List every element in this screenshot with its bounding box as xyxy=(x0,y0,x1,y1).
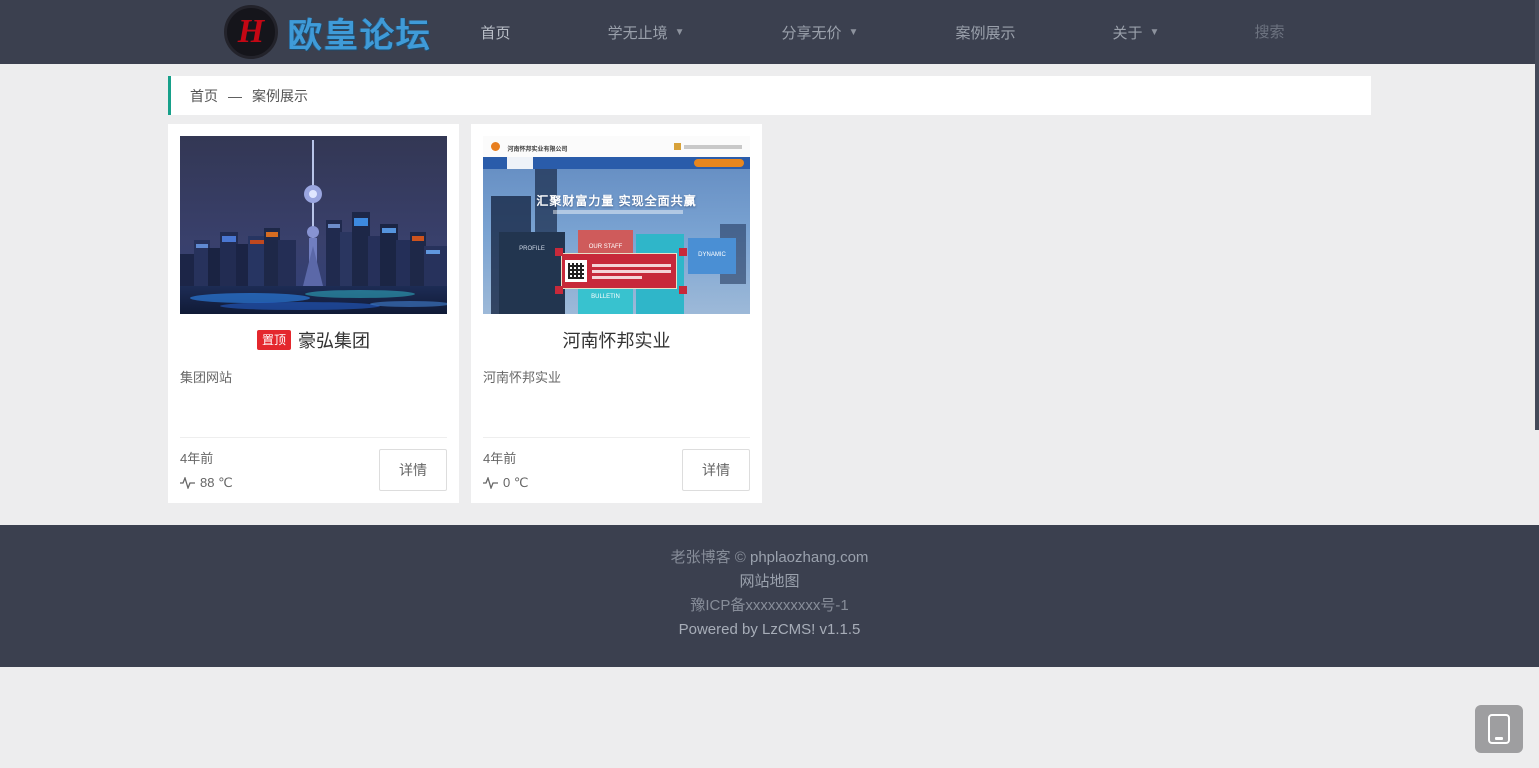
nav-item-cases[interactable]: 案例展示 xyxy=(953,16,1017,49)
footer-sitemap-link[interactable]: 网站地图 xyxy=(0,570,1539,594)
site-logo[interactable]: H 欧皇论坛 xyxy=(224,5,432,59)
case-card-footer: 4年前 0 ℃ 详情 xyxy=(483,437,750,503)
nav-item-about[interactable]: 关于 ▼ xyxy=(1111,16,1162,49)
case-title[interactable]: 豪弘集团 xyxy=(298,331,370,351)
case-list: 置顶豪弘集团 集团网站 4年前 88 ℃ 详情 xyxy=(168,124,1371,503)
mini-slogan: 汇聚财富力量 实现全面共赢 xyxy=(483,192,750,209)
chevron-down-icon: ▼ xyxy=(1150,27,1160,38)
nav-item-sharing[interactable]: 分享无价 ▼ xyxy=(780,16,861,49)
case-card: 置顶豪弘集团 集团网站 4年前 88 ℃ 详情 xyxy=(168,124,459,503)
case-description: 河南怀邦实业 xyxy=(483,367,750,437)
nav-item-home[interactable]: 首页 xyxy=(479,16,513,49)
main-nav: 首页 学无止境 ▼ 分享无价 ▼ 案例展示 关于 ▼ xyxy=(432,16,1371,49)
mini-header: 河南怀邦实业有限公司 xyxy=(483,136,750,157)
pulse-icon xyxy=(180,477,195,489)
case-title[interactable]: 河南怀邦实业 xyxy=(563,331,671,351)
footer-powered-by: Powered by LzCMS! v1.1.5 xyxy=(0,618,1539,642)
mini-tile-bulletin: BULLETIN xyxy=(578,286,633,314)
pulse-icon xyxy=(483,477,498,489)
huaibang-site-preview: 汇聚财富力量 实现全面共赢 PROFILE OUR STAFF DYNAMIC … xyxy=(483,136,750,314)
case-card-footer: 4年前 88 ℃ 详情 xyxy=(180,437,447,503)
mini-tile-profile: PROFILE xyxy=(499,232,565,314)
chevron-down-icon: ▼ xyxy=(675,27,685,38)
breadcrumb: 首页 — 案例展示 xyxy=(168,76,1371,115)
breadcrumb-separator: — xyxy=(228,88,242,104)
chevron-down-icon: ▼ xyxy=(849,27,859,38)
case-heat: 88 ℃ xyxy=(180,475,233,491)
nav-item-learning[interactable]: 学无止境 ▼ xyxy=(606,16,687,49)
breadcrumb-current: 案例展示 xyxy=(252,86,308,106)
qr-code-icon xyxy=(565,260,587,282)
footer-copyright-line: 老张博客 © phplaozhang.com xyxy=(0,546,1539,570)
logo-letter: H xyxy=(238,13,264,51)
case-title-row: 置顶豪弘集团 xyxy=(180,327,447,353)
footer-domain-link[interactable]: phplaozhang.com xyxy=(750,549,868,566)
mini-logo-icon xyxy=(491,142,500,151)
mobile-phone-icon xyxy=(1488,714,1510,744)
case-description: 集团网站 xyxy=(180,367,447,437)
detail-button[interactable]: 详情 xyxy=(682,449,750,491)
scrollbar-track[interactable] xyxy=(1535,0,1539,768)
footer-icp: 豫ICP备xxxxxxxxxx号-1 xyxy=(0,594,1539,618)
breadcrumb-home-link[interactable]: 首页 xyxy=(190,86,218,106)
case-thumbnail-huaibang[interactable]: 汇聚财富力量 实现全面共赢 PROFILE OUR STAFF DYNAMIC … xyxy=(483,136,750,314)
case-time: 4年前 xyxy=(180,448,233,467)
mini-navbar xyxy=(483,157,750,169)
mini-promo-ribbon xyxy=(561,253,677,289)
case-heat: 0 ℃ xyxy=(483,475,528,491)
pinned-badge: 置顶 xyxy=(257,330,291,350)
case-card: 汇聚财富力量 实现全面共赢 PROFILE OUR STAFF DYNAMIC … xyxy=(471,124,762,503)
search-input[interactable] xyxy=(1254,24,1324,41)
case-thumbnail-shanghai[interactable] xyxy=(180,136,447,314)
case-title-row: 河南怀邦实业 xyxy=(483,327,750,353)
mini-flag-icon xyxy=(674,143,681,150)
logo-h-icon: H xyxy=(224,5,278,59)
top-navbar: H 欧皇论坛 首页 学无止境 ▼ 分享无价 ▼ 案例展示 关于 ▼ xyxy=(0,0,1539,64)
detail-button[interactable]: 详情 xyxy=(379,449,447,491)
scrollbar-thumb[interactable] xyxy=(1535,0,1539,430)
site-footer: 老张博客 © phplaozhang.com 网站地图 豫ICP备xxxxxxx… xyxy=(0,525,1539,667)
mobile-view-button[interactable] xyxy=(1475,705,1523,753)
mini-tile-dynamic: DYNAMIC xyxy=(688,238,736,274)
case-time: 4年前 xyxy=(483,448,528,467)
logo-text: 欧皇论坛 xyxy=(288,8,432,57)
mini-company-name: 河南怀邦实业有限公司 xyxy=(507,147,567,153)
shanghai-night-image xyxy=(180,136,447,314)
